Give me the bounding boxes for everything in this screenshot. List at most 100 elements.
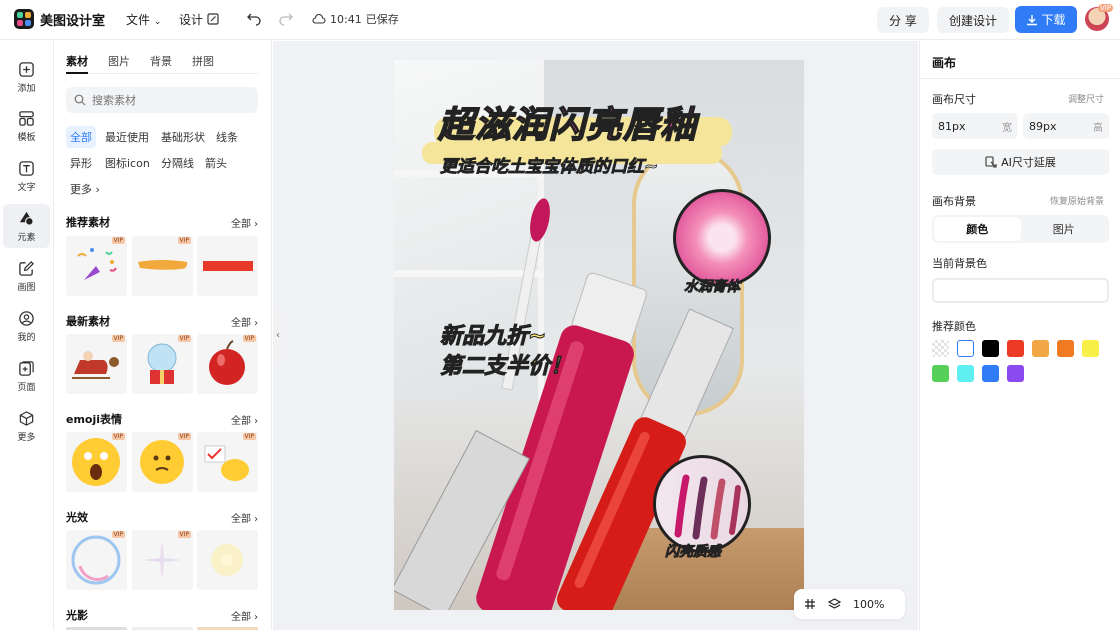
undo-icon[interactable] xyxy=(246,10,262,26)
chip-irregular[interactable]: 异形 xyxy=(66,152,96,174)
height-field[interactable]: 高 xyxy=(1023,113,1109,139)
poster-promo-1[interactable]: 新品九折~ xyxy=(439,318,546,350)
chip-dividers[interactable]: 分隔线 xyxy=(157,152,198,174)
color-swatch[interactable] xyxy=(1007,365,1024,382)
share-button[interactable]: 分 享 xyxy=(877,7,929,33)
ai-extend-label: AI尺寸延展 xyxy=(1001,156,1056,169)
section-all-link[interactable]: 全部 › xyxy=(231,412,258,427)
tab-images[interactable]: 图片 xyxy=(108,53,130,69)
tab-backgrounds[interactable]: 背景 xyxy=(150,53,172,69)
design-canvas[interactable]: 超滋润闪亮唇釉 更适合吃土宝宝体质的口红~ 新品九折~ 第二支半价！ 水润膏体 … xyxy=(394,60,804,610)
glow-icon xyxy=(211,544,243,576)
chip-more[interactable]: 更多 › xyxy=(66,178,104,200)
chip-arrows[interactable]: 箭头 xyxy=(201,152,231,174)
template-grid-icon xyxy=(19,110,34,126)
section-all-label: 全部 xyxy=(231,514,251,525)
tab-materials[interactable]: 素材 xyxy=(66,53,88,69)
section-all-link[interactable]: 全部 › xyxy=(231,314,258,329)
asset-thumb[interactable]: VIP xyxy=(132,236,193,296)
section-all-label: 全部 xyxy=(231,318,251,329)
file-menu[interactable]: 文件 ⌄ xyxy=(126,11,161,28)
vip-badge: VIP xyxy=(111,237,125,244)
section-all-label: 全部 xyxy=(231,219,251,230)
current-bg-color[interactable] xyxy=(932,278,1109,303)
bg-type-color[interactable]: 颜色 xyxy=(934,217,1021,241)
apple-icon xyxy=(209,340,245,385)
asset-thumb[interactable]: VIP xyxy=(66,334,127,394)
rail-item-elements[interactable]: 元素 xyxy=(3,204,50,248)
rail-item-templates[interactable]: 模板 xyxy=(3,104,50,148)
asset-thumb[interactable]: VIP xyxy=(132,334,193,394)
rail-item-pages[interactable]: 页面 xyxy=(3,354,50,398)
ai-resize-icon xyxy=(985,156,997,168)
asset-thumb[interactable] xyxy=(197,236,258,296)
download-button[interactable]: 下载 xyxy=(1015,6,1077,33)
rail-item-text[interactable]: 文字 xyxy=(3,154,50,198)
chip-recent[interactable]: 最近使用 xyxy=(101,126,153,148)
restore-bg-link[interactable]: 恢复原始背景 xyxy=(1050,194,1104,207)
color-swatch[interactable] xyxy=(957,365,974,382)
avatar-vip-badge: VIP xyxy=(1098,4,1114,12)
asset-thumb[interactable]: VIP xyxy=(132,432,193,492)
asset-thumb[interactable]: VIP xyxy=(197,432,258,492)
color-swatch[interactable] xyxy=(982,365,999,382)
asset-thumb[interactable]: VIP xyxy=(197,334,258,394)
asset-thumb[interactable]: VIP xyxy=(66,530,127,590)
asset-thumb[interactable]: VIP xyxy=(66,236,127,296)
color-swatch[interactable] xyxy=(957,340,974,357)
texture-circle-2[interactable] xyxy=(653,455,751,553)
rail-label: 我的 xyxy=(17,332,36,343)
brush-stroke-icon xyxy=(138,260,188,270)
asset-thumb[interactable]: VIP xyxy=(132,530,193,590)
design-menu[interactable]: 设计 xyxy=(179,11,219,28)
cube-icon xyxy=(19,410,34,426)
zoom-level[interactable]: 100% xyxy=(853,598,884,611)
tab-collage[interactable]: 拼图 xyxy=(192,53,214,69)
redo-icon[interactable] xyxy=(278,10,294,26)
collapse-panel-button[interactable]: ‹ xyxy=(273,309,283,361)
color-swatch[interactable] xyxy=(932,365,949,382)
resize-link[interactable]: 调整尺寸 xyxy=(1068,92,1104,105)
color-swatch[interactable] xyxy=(1032,340,1049,357)
width-input[interactable] xyxy=(938,119,988,133)
download-icon xyxy=(1027,14,1038,25)
section-all-link[interactable]: 全部 › xyxy=(231,608,258,623)
poster-promo-2[interactable]: 第二支半价！ xyxy=(439,348,572,380)
color-swatch[interactable] xyxy=(982,340,999,357)
chip-lines[interactable]: 线条 xyxy=(212,126,242,148)
asset-thumb[interactable] xyxy=(197,530,258,590)
canvas-size-label: 画布尺寸 xyxy=(932,93,976,106)
chip-icons[interactable]: 图标icon xyxy=(101,152,154,174)
bg-type-image[interactable]: 图片 xyxy=(1021,217,1108,241)
badge-label-2[interactable]: 闪亮质感 xyxy=(665,541,722,561)
chip-all[interactable]: 全部 xyxy=(66,126,96,148)
color-swatch[interactable] xyxy=(1082,340,1099,357)
layers-icon[interactable] xyxy=(828,598,841,610)
texture-circle-1[interactable] xyxy=(673,189,771,287)
grid-icon[interactable] xyxy=(804,598,816,610)
width-field[interactable]: 宽 xyxy=(932,113,1018,139)
poster-subtitle[interactable]: 更适合吃土宝宝体质的口红~ xyxy=(440,152,659,178)
color-swatch[interactable] xyxy=(1057,340,1074,357)
create-design-button[interactable]: 创建设计 xyxy=(937,7,1009,33)
asset-thumb[interactable]: VIP xyxy=(66,432,127,492)
color-swatch[interactable] xyxy=(1007,340,1024,357)
rail-item-add[interactable]: 添加 xyxy=(3,55,50,99)
badge-label-1[interactable]: 水润膏体 xyxy=(684,276,741,296)
rail-item-more[interactable]: 更多 xyxy=(3,404,50,448)
rail-label: 页面 xyxy=(17,382,36,393)
rail-label: 文字 xyxy=(17,182,36,193)
app-logo[interactable]: 美图设计室 xyxy=(14,9,105,29)
poster-title[interactable]: 超滋润闪亮唇釉 xyxy=(437,96,697,148)
ai-extend-button[interactable]: AI尺寸延展 xyxy=(932,149,1109,175)
rail-item-mine[interactable]: 我的 xyxy=(3,304,50,348)
asset-search[interactable] xyxy=(66,87,258,113)
height-input[interactable] xyxy=(1029,119,1079,133)
panel-divider xyxy=(920,78,1120,79)
swatch-transparent[interactable] xyxy=(932,340,949,357)
section-all-link[interactable]: 全部 › xyxy=(231,215,258,230)
section-all-link[interactable]: 全部 › xyxy=(231,510,258,525)
chip-basic-shapes[interactable]: 基础形状 xyxy=(157,126,209,148)
search-input[interactable] xyxy=(92,93,242,107)
rail-item-draw[interactable]: 画图 xyxy=(3,254,50,298)
